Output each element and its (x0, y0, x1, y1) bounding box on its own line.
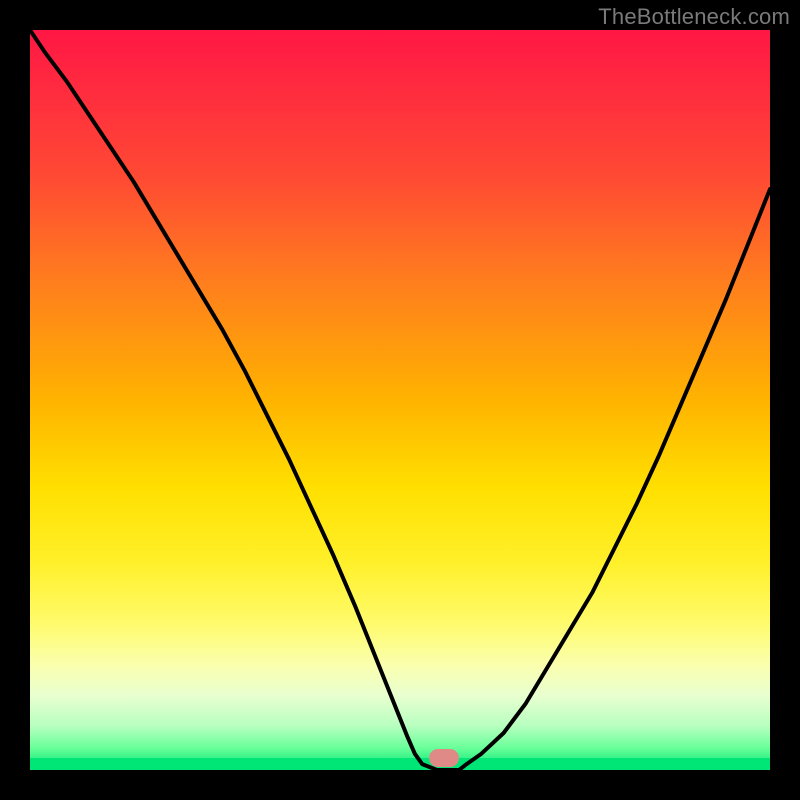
plot-area (30, 30, 770, 770)
bottleneck-curve (30, 30, 770, 770)
attribution-text: TheBottleneck.com (598, 4, 790, 30)
chart-frame: TheBottleneck.com (0, 0, 800, 800)
